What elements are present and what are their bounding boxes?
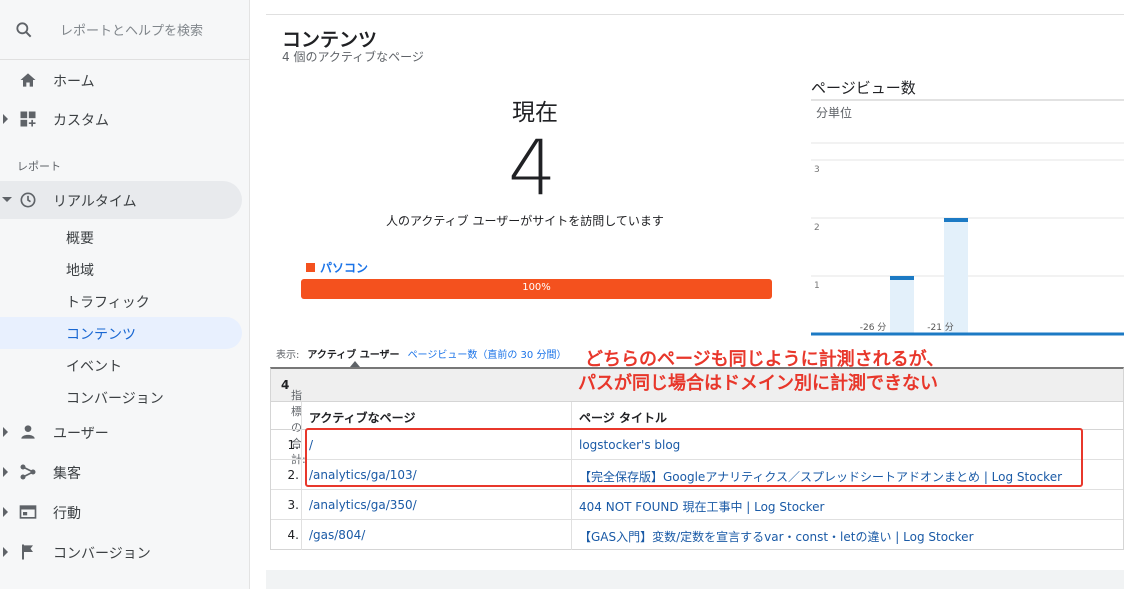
behavior-icon <box>19 505 37 519</box>
flag-icon <box>22 544 33 560</box>
table-row: 3. /analytics/ga/350/ 404 NOT FOUND 現在工事… <box>271 490 1123 520</box>
col-header-title: ページ タイトル <box>579 411 667 425</box>
table-header: アクティブなページ ページ タイトル <box>271 402 1123 430</box>
nav-behavior[interactable]: 行動 <box>0 493 242 531</box>
search-bar[interactable]: レポートとヘルプを検索 <box>0 0 250 60</box>
expand-arrow-icon <box>3 467 8 477</box>
expand-arrow-icon <box>3 547 8 557</box>
legend-swatch <box>306 263 315 272</box>
sub-item-traffic[interactable]: トラフィック <box>0 285 242 317</box>
device-bar: 100% <box>301 279 772 299</box>
page-title-link[interactable]: 【GAS入門】変数/定数を宣言するvar・const・letの違い | Log … <box>579 528 974 545</box>
row-number: 1. <box>287 438 299 452</box>
annotation-line-2: パスが同じ場合はドメイン別に計測できない <box>578 373 938 394</box>
chart-bar <box>890 276 914 334</box>
annotation-highlight-box <box>305 428 1083 487</box>
nav-custom-label: カスタム <box>53 113 109 129</box>
nav-realtime-label: リアルタイム <box>53 194 137 210</box>
main-panel: コンテンツ 4 個のアクティブなページ 現在 4 人のアクティブ ユーザーがサイ… <box>266 14 1124 589</box>
search-input[interactable]: レポートとヘルプを検索 <box>60 20 203 39</box>
row-number: 2. <box>287 468 299 482</box>
nav-behavior-label: 行動 <box>53 506 81 522</box>
display-selector: 表示: アクティブ ユーザー ページビュー数（直前の 30 分間） <box>276 346 566 361</box>
table-row: 4. /gas/804/ 【GAS入門】変数/定数を宣言するvar・const・… <box>271 520 1123 550</box>
chart-bar-cap <box>944 218 968 222</box>
device-label: パソコン <box>320 261 369 275</box>
nav-conversions[interactable]: コンバージョン <box>0 533 242 571</box>
chart-bar-cap <box>890 276 914 280</box>
nav-custom[interactable]: カスタム <box>0 100 242 138</box>
active-users-description: 人のアクティブ ユーザーがサイトを訪問しています <box>386 214 664 228</box>
tab-active-users[interactable]: アクティブ ユーザー <box>307 346 399 361</box>
chart-bar <box>944 218 968 334</box>
search-icon <box>16 22 32 38</box>
expand-arrow-icon <box>3 114 8 124</box>
annotation-line-1: どちらのページも同じように計測されるが、 <box>585 349 945 370</box>
dashboard-icon <box>20 111 36 127</box>
footer-bar <box>266 570 1124 589</box>
y-tick-label: 2 <box>814 223 820 233</box>
expand-arrow-icon <box>3 427 8 437</box>
page-title-link[interactable]: 404 NOT FOUND 現在工事中 | Log Stocker <box>579 498 824 515</box>
sub-item-content[interactable]: コンテンツ <box>0 317 242 349</box>
sub-item-overview[interactable]: 概要 <box>0 221 242 253</box>
home-icon <box>20 73 36 87</box>
nav-acquisition-label: 集客 <box>53 466 81 482</box>
nav-realtime[interactable]: リアルタイム <box>0 181 242 219</box>
active-users-count: 4 <box>508 123 557 212</box>
nav-acquisition[interactable]: 集客 <box>0 453 242 491</box>
section-reports-label: レポート <box>17 160 61 173</box>
person-icon <box>21 425 35 439</box>
row-number: 4. <box>287 528 299 542</box>
nav-users-label: ユーザー <box>53 426 109 442</box>
sub-item-events[interactable]: イベント <box>0 349 242 381</box>
y-tick-label: 3 <box>814 165 820 175</box>
nav-home-label: ホーム <box>53 74 95 90</box>
page-path-link[interactable]: /analytics/ga/350/ <box>309 498 417 512</box>
sidebar: レポートとヘルプを検索 ホーム カスタム レポート リアルタイム 概要 地域 ト… <box>0 0 250 589</box>
x-tick-label: -26 分 <box>860 322 887 333</box>
device-percent: 100% <box>522 282 551 293</box>
nav-users[interactable]: ユーザー <box>0 413 242 451</box>
expand-arrow-icon <box>3 507 8 517</box>
total-value: 4 <box>281 378 290 392</box>
nav-home[interactable]: ホーム <box>0 61 242 99</box>
display-label: 表示: <box>276 350 300 361</box>
tab-pageviews[interactable]: ページビュー数（直前の 30 分間） <box>408 346 567 361</box>
acquisition-icon <box>20 464 36 480</box>
sub-item-conversions[interactable]: コンバージョン <box>0 381 242 413</box>
y-tick-label: 1 <box>814 281 820 291</box>
page-path-link[interactable]: /gas/804/ <box>309 528 365 542</box>
collapse-arrow-icon <box>2 197 12 202</box>
nav-conversions-label: コンバージョン <box>53 546 151 562</box>
pageviews-title: ページビュー数 <box>811 79 916 97</box>
sub-item-location[interactable]: 地域 <box>0 253 242 285</box>
clock-icon <box>20 192 36 208</box>
now-label: 現在 <box>512 100 558 126</box>
pageviews-unit: 分単位 <box>816 106 853 120</box>
pageviews-chart: 3 2 1 -26 分 -21 分 <box>811 99 1124 336</box>
device-legend: パソコン <box>306 259 368 276</box>
page-subtitle: 4 個のアクティブなページ <box>282 50 424 64</box>
row-number: 3. <box>287 498 299 512</box>
col-header-page: アクティブなページ <box>309 411 416 425</box>
x-tick-label: -21 分 <box>927 322 954 333</box>
